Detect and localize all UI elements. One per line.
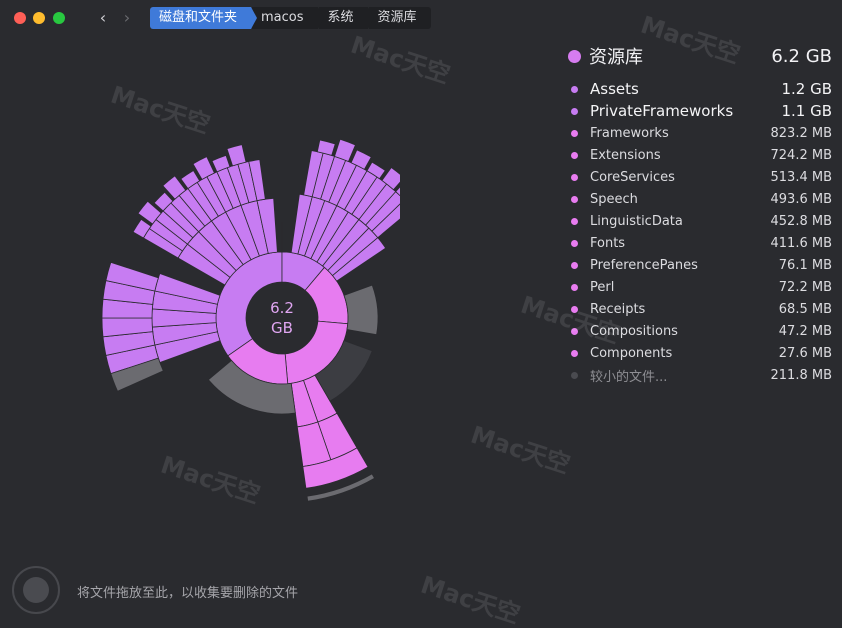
legend-item-size: 47.2 MB (778, 323, 832, 339)
legend-item[interactable]: PreferencePanes 76.1 MB (570, 254, 832, 276)
legend-item-name: Components (590, 345, 673, 361)
legend-item-name: Perl (590, 279, 615, 295)
legend-dot-icon (571, 283, 578, 291)
legend-item-size: 513.4 MB (770, 169, 832, 185)
legend-item-size: 72.2 MB (778, 279, 832, 295)
legend-item[interactable]: Speech 493.6 MB (570, 188, 832, 210)
legend-item[interactable]: Frameworks 823.2 MB (570, 122, 832, 144)
back-chevron-icon[interactable]: ‹ (94, 8, 112, 28)
watermark: Mac天空 (417, 570, 524, 628)
legend-item[interactable]: Assets 1.2 GB (570, 78, 832, 100)
legend-item-size: 68.5 MB (778, 301, 832, 317)
close-button[interactable] (14, 12, 26, 24)
breadcrumb-item[interactable]: 磁盘和文件夹 (150, 7, 258, 29)
sunburst-segment[interactable] (343, 284, 379, 336)
drop-hint-text: 将文件拖放至此，以收集要删除的文件 (77, 586, 299, 601)
breadcrumb-item[interactable]: macos (252, 7, 324, 29)
legend-item-size: 76.1 MB (778, 257, 832, 273)
forward-chevron-icon[interactable]: › (118, 8, 136, 28)
legend-dot-icon (571, 173, 578, 181)
legend-item-name: Fonts (590, 235, 626, 251)
legend-item-name: Frameworks (590, 125, 669, 141)
legend-item[interactable]: Fonts 411.6 MB (570, 232, 832, 254)
legend-dot-icon (571, 129, 578, 137)
legend-item-name: Assets (590, 80, 639, 98)
sunburst-chart[interactable] (90, 100, 400, 510)
legend-dot-icon (571, 261, 578, 269)
legend-item-name: Speech (590, 191, 638, 207)
legend-item-size: 1.2 GB (781, 80, 832, 98)
legend-dot-icon (571, 239, 578, 247)
legend-item[interactable]: CoreServices 513.4 MB (570, 166, 832, 188)
legend-item-name: PrivateFrameworks (590, 102, 734, 120)
legend-item-name: LinguisticData (590, 213, 683, 229)
legend-dot-icon (571, 195, 578, 203)
collector-icon (23, 577, 49, 603)
legend-dot-icon (571, 217, 578, 225)
sunburst-segment[interactable] (226, 144, 247, 167)
folder-dot-icon (568, 49, 581, 63)
legend-item[interactable]: PrivateFrameworks 1.1 GB (570, 100, 832, 122)
legend-item-size: 823.2 MB (770, 125, 832, 141)
legend-dot-icon (571, 371, 578, 379)
legend-folder-size: 6.2 GB (771, 45, 832, 67)
breadcrumb: 磁盘和文件夹 macos 系统 资源库 (150, 7, 432, 29)
legend-item-name: 较小的文件... (590, 369, 668, 385)
total-size-label: 6.2 GB (270, 299, 294, 337)
watermark: Mac天空 (467, 420, 574, 480)
legend-dot-icon (571, 85, 578, 93)
legend-item[interactable]: 较小的文件... 211.8 MB (570, 364, 832, 386)
legend-item[interactable]: Extensions 724.2 MB (570, 144, 832, 166)
legend-item-name: PreferencePanes (590, 257, 698, 273)
minimize-button[interactable] (33, 12, 45, 24)
app-window: ‹ › 磁盘和文件夹 macos 系统 资源库 6.2 GB 资源库 6.2 G… (0, 0, 842, 628)
legend-item-size: 211.8 MB (770, 367, 832, 383)
legend-item[interactable]: Perl 72.2 MB (570, 276, 832, 298)
legend-item-size: 411.6 MB (770, 235, 832, 251)
legend-dot-icon (571, 107, 578, 115)
breadcrumb-item[interactable]: 资源库 (368, 7, 431, 29)
legend-item-size: 724.2 MB (770, 147, 832, 163)
zoom-button[interactable] (53, 12, 65, 24)
legend-item-name: CoreServices (590, 169, 675, 185)
legend-item-size: 493.6 MB (770, 191, 832, 207)
legend-dot-icon (571, 151, 578, 159)
legend-item-size: 27.6 MB (778, 345, 832, 361)
collector-drop-zone[interactable] (12, 566, 60, 614)
legend-item[interactable]: LinguisticData 452.8 MB (570, 210, 832, 232)
legend-item-name: Extensions (590, 147, 661, 163)
legend-item-size: 1.1 GB (781, 102, 832, 120)
legend-item-size: 452.8 MB (770, 213, 832, 229)
watermark: Mac天空 (347, 30, 454, 90)
legend-dot-icon (571, 349, 578, 357)
